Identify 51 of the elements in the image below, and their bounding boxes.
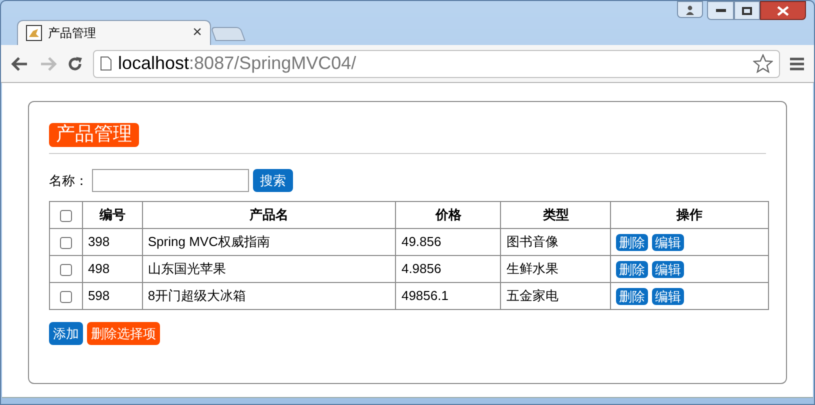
close-button[interactable] — [760, 1, 806, 20]
table-cell: 4.9856 — [401, 261, 442, 276]
add-button[interactable]: 添加 — [49, 322, 83, 345]
table-cell: 8开门超级大冰箱 — [148, 288, 246, 304]
profile-button[interactable] — [677, 1, 703, 18]
checkbox[interactable] — [60, 290, 72, 303]
maximize-icon — [742, 6, 752, 14]
minimize-button[interactable] — [707, 1, 734, 20]
star-icon[interactable] — [753, 54, 773, 74]
maximize-button[interactable] — [734, 1, 760, 20]
table-cell: Spring MVC权威指南 — [148, 234, 270, 250]
close-icon — [777, 6, 789, 16]
delete-selected-button[interactable]: 删除选择项 — [87, 322, 160, 345]
column-header: 价格 — [435, 207, 462, 222]
edit-button[interactable]: 编辑 — [652, 288, 684, 304]
url-text: localhost:8087/SpringMVC04/ — [118, 52, 358, 75]
table-cell: 49.856 — [401, 234, 442, 250]
minimize-icon — [716, 8, 726, 12]
delete-button[interactable]: 删除 — [616, 234, 648, 250]
column-header: 操作 — [676, 207, 703, 222]
back-arrow-icon[interactable] — [11, 56, 29, 72]
page-icon — [100, 56, 112, 71]
reload-icon[interactable] — [67, 56, 83, 72]
checkbox[interactable] — [60, 210, 72, 222]
table-cell: 398 — [88, 234, 110, 250]
table-cell: 五金家电 — [506, 288, 558, 304]
person-icon — [685, 4, 695, 14]
table-cell: 山东国光苹果 — [148, 261, 226, 276]
menu-icon[interactable] — [790, 56, 804, 70]
edit-button[interactable]: 编辑 — [652, 234, 684, 250]
search-label: 名称： — [49, 172, 88, 190]
search-button[interactable]: 搜索 — [253, 169, 293, 192]
table-cell: 598 — [88, 288, 110, 304]
edit-button[interactable]: 编辑 — [652, 260, 684, 278]
column-header: 编号 — [99, 207, 126, 222]
table-cell: 生鲜水果 — [506, 261, 558, 276]
checkbox[interactable] — [60, 264, 72, 276]
column-header: 产品名 — [250, 207, 289, 222]
address-bar[interactable]: localhost:8087/SpringMVC04/ — [93, 50, 780, 78]
delete-button[interactable]: 删除 — [616, 288, 648, 304]
delete-button[interactable]: 删除 — [616, 260, 648, 278]
page-title: 产品管理 — [49, 123, 139, 147]
search-field[interactable] — [92, 169, 249, 192]
tab-title: 产品管理 — [48, 25, 97, 42]
column-header: 类型 — [542, 207, 569, 222]
table-cell: 图书音像 — [506, 234, 558, 250]
table-cell: 498 — [88, 261, 110, 276]
tab-close-button[interactable]: × — [192, 25, 202, 41]
browser-tab[interactable]: 产品管理 × — [17, 20, 211, 45]
table-cell: 49856.1 — [401, 288, 448, 304]
checkbox[interactable] — [60, 236, 72, 249]
